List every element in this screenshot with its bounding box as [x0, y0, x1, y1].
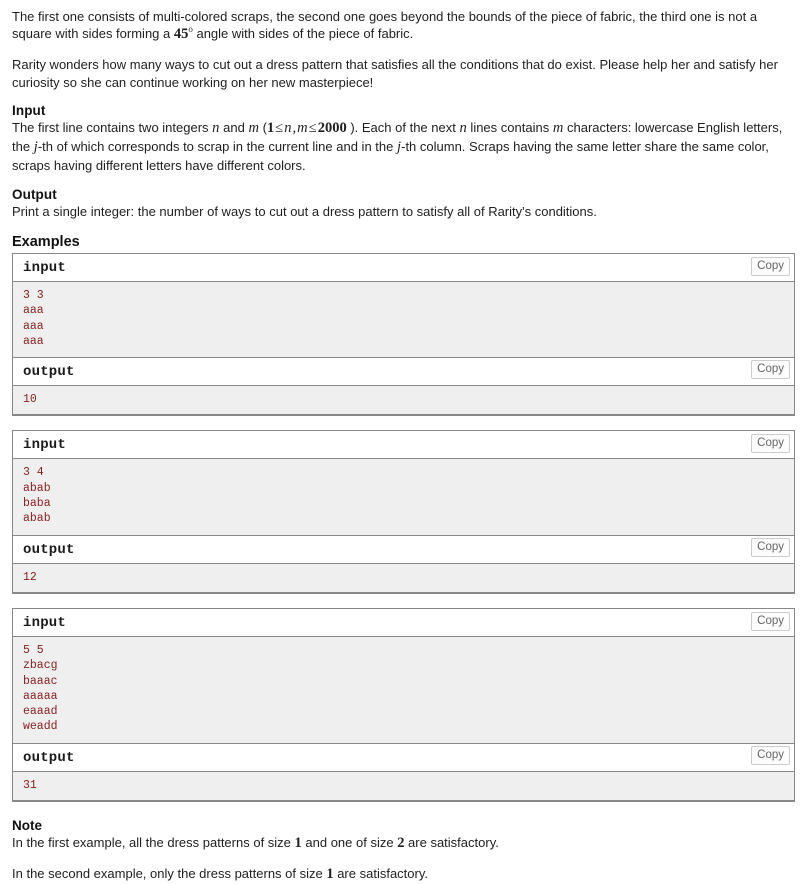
sample-3-input-data: 5 5 zbacg baaac aaaaa eaaad weadd: [13, 636, 794, 743]
math-var-m: m: [248, 119, 260, 136]
math-leq-2: ≤: [308, 119, 317, 136]
sample-3-output-label: output: [13, 742, 794, 772]
copy-button-input-1[interactable]: Copy: [751, 256, 790, 276]
sample-2-output-section: output Copy 12: [13, 534, 794, 592]
math-leq-1: ≤: [275, 119, 284, 136]
statement-paragraph-2: Rarity wonders how many ways to cut out …: [12, 57, 778, 90]
sample-3-input-label: input: [13, 608, 794, 637]
sample-3-output-data: 31: [13, 771, 794, 800]
sample-2-input-data: 3 4 abab baba abab: [13, 459, 794, 535]
sample-test-2: input Copy 3 4 abab baba abab output Cop…: [12, 430, 795, 594]
sample-1-input-label: input: [13, 253, 794, 282]
problem-statement: The first one consists of multi-colored …: [0, 0, 807, 884]
note-2-size-1: 1: [326, 865, 334, 882]
input-section-title: Input: [12, 102, 46, 118]
math-var-n3: n: [459, 119, 467, 136]
sample-test-3: input Copy 5 5 zbacg baaac aaaaa eaaad w…: [12, 607, 795, 802]
sample-1-output-section: output Copy 10: [13, 357, 794, 415]
angle-value: 45: [173, 26, 189, 43]
statement-text-part-2: angle with sides of the piece of fabric.: [192, 26, 414, 42]
math-var-n2: n: [284, 119, 292, 136]
input-text-3: (: [259, 119, 267, 135]
note-1-size-1: 1: [294, 834, 302, 851]
examples-title: Examples: [12, 233, 80, 250]
sample-3-output-section: output Copy 31: [13, 742, 794, 800]
output-section-title: Output: [12, 186, 57, 202]
sample-2-output-data: 12: [13, 563, 794, 592]
note-paragraph-1: In the first example, all the dress patt…: [12, 834, 795, 853]
angle-math: 45o: [173, 25, 193, 43]
sample-tests: input Copy 3 3 aaa aaa aaa output Copy 1…: [12, 252, 795, 802]
input-text-5: lines contains: [466, 119, 553, 135]
copy-button-input-2[interactable]: Copy: [751, 434, 790, 454]
note-2-text-a: In the second example, only the dress pa…: [12, 865, 327, 881]
sample-1-output-label: output: [13, 357, 794, 387]
copy-button-output-2[interactable]: Copy: [751, 537, 790, 557]
sample-1-input-data: 3 3 aaa aaa aaa: [13, 281, 794, 358]
math-bound-high: 2000: [317, 119, 347, 136]
sample-3-input-section: input Copy 5 5 zbacg baaac aaaaa eaaad w…: [13, 608, 794, 743]
copy-button-output-1[interactable]: Copy: [751, 360, 790, 380]
sample-1-input-section: input Copy 3 3 aaa aaa aaa: [13, 253, 794, 358]
math-var-n: n: [212, 119, 220, 136]
sample-1-output-data: 10: [13, 386, 794, 415]
note-1-text-c: are satisfactory.: [404, 834, 499, 850]
input-text-7: -th of which corresponds to scrap in the…: [37, 139, 397, 155]
input-text-2: and: [219, 119, 249, 135]
statement-paragraph-1: The first one consists of multi-colored …: [12, 8, 795, 45]
copy-button-input-3[interactable]: Copy: [751, 611, 790, 631]
sample-2-input-section: input Copy 3 4 abab baba abab: [13, 431, 794, 535]
sample-test-1: input Copy 3 3 aaa aaa aaa output Copy 1…: [12, 252, 795, 417]
math-var-m2: m: [297, 119, 308, 136]
input-section-text: The first line contains two integers n a…: [12, 119, 795, 175]
output-section-text: Print a single integer: the number of wa…: [12, 203, 597, 219]
sample-2-output-label: output: [13, 534, 794, 564]
sample-2-input-label: input: [13, 431, 794, 460]
note-title: Note: [12, 817, 42, 833]
math-var-m3: m: [552, 119, 564, 136]
note-1-text-b: and one of size: [301, 834, 398, 850]
note-paragraph-2: In the second example, only the dress pa…: [12, 865, 795, 884]
input-text-1: The first line contains two integers: [12, 119, 213, 135]
copy-button-output-3[interactable]: Copy: [751, 745, 790, 765]
note-1-text-a: In the first example, all the dress patt…: [12, 834, 295, 850]
note-2-text-b: are satisfactory.: [333, 865, 428, 881]
note-1-size-2: 2: [397, 834, 405, 851]
input-text-4: ). Each of the next: [346, 119, 460, 135]
